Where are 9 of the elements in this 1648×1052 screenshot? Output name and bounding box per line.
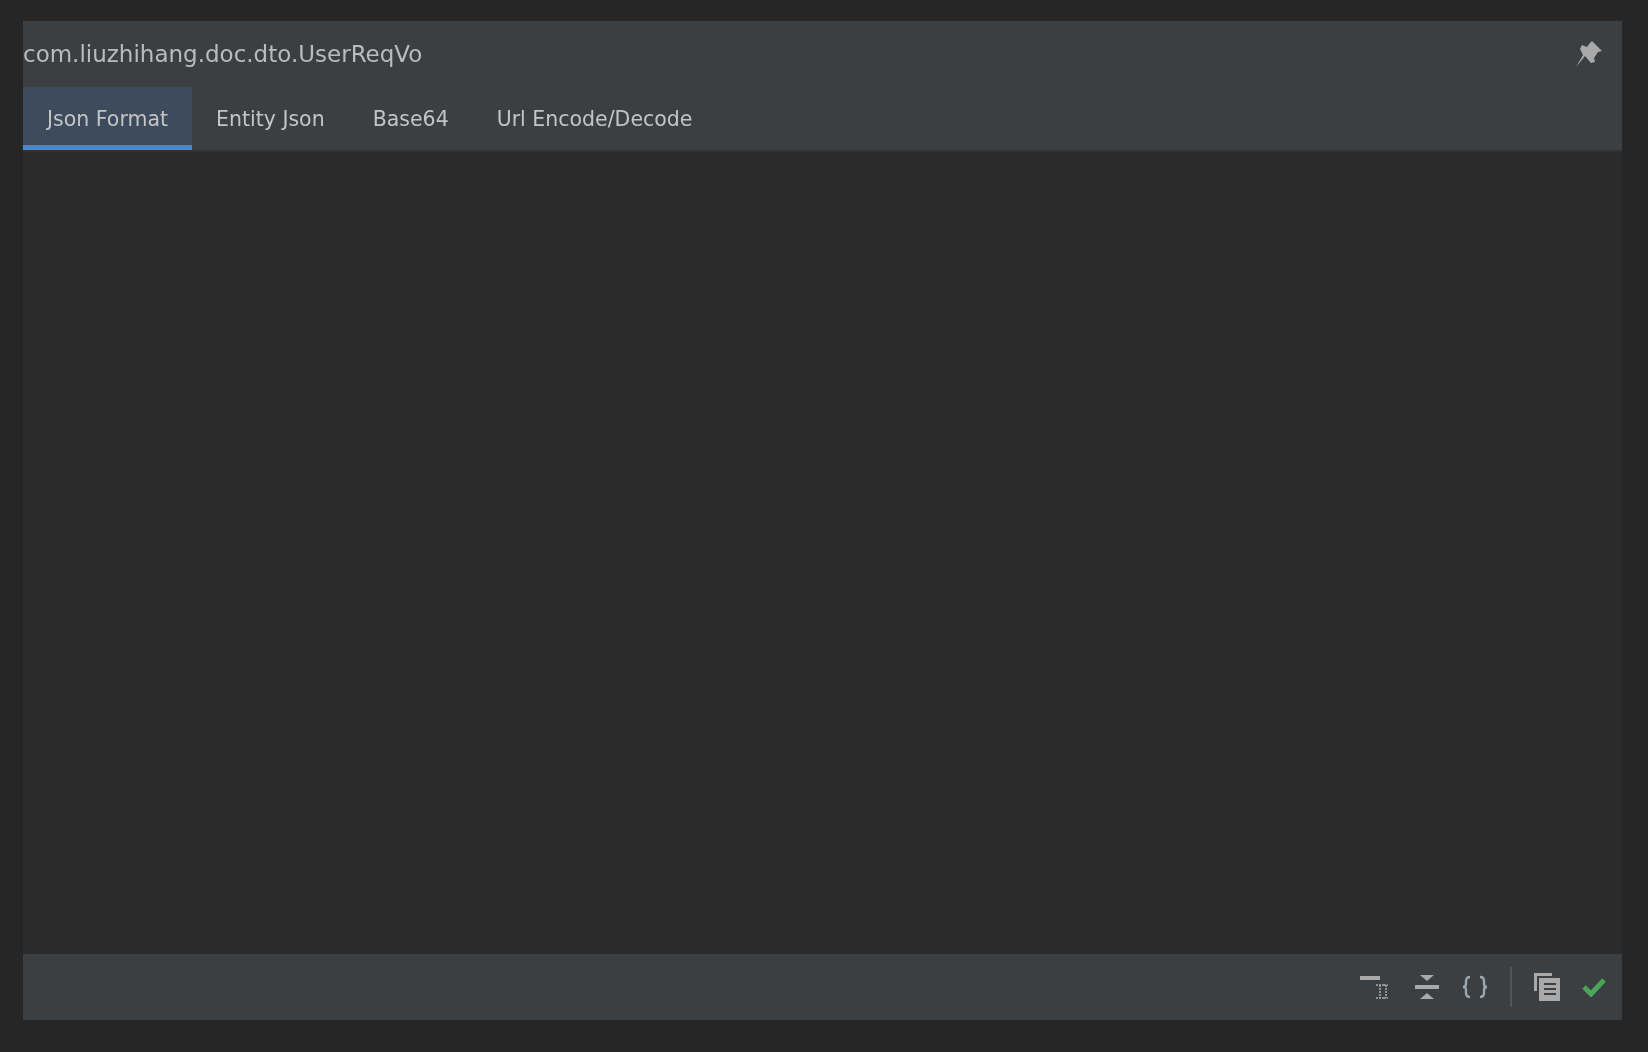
copy-icon[interactable] [1534,973,1560,1001]
tab[interactable]: Json Format [23,87,193,150]
window-title: com.liuzhihang.doc.dto.UserReqVo [23,41,423,67]
collapse-icon[interactable] [1414,974,1440,1000]
braces-icon[interactable] [1462,974,1488,1000]
tab[interactable]: Url Encode/Decode [472,87,717,150]
check-icon[interactable] [1582,977,1606,997]
tab[interactable]: Entity Json [192,87,349,150]
tab[interactable]: Base64 [348,87,473,150]
